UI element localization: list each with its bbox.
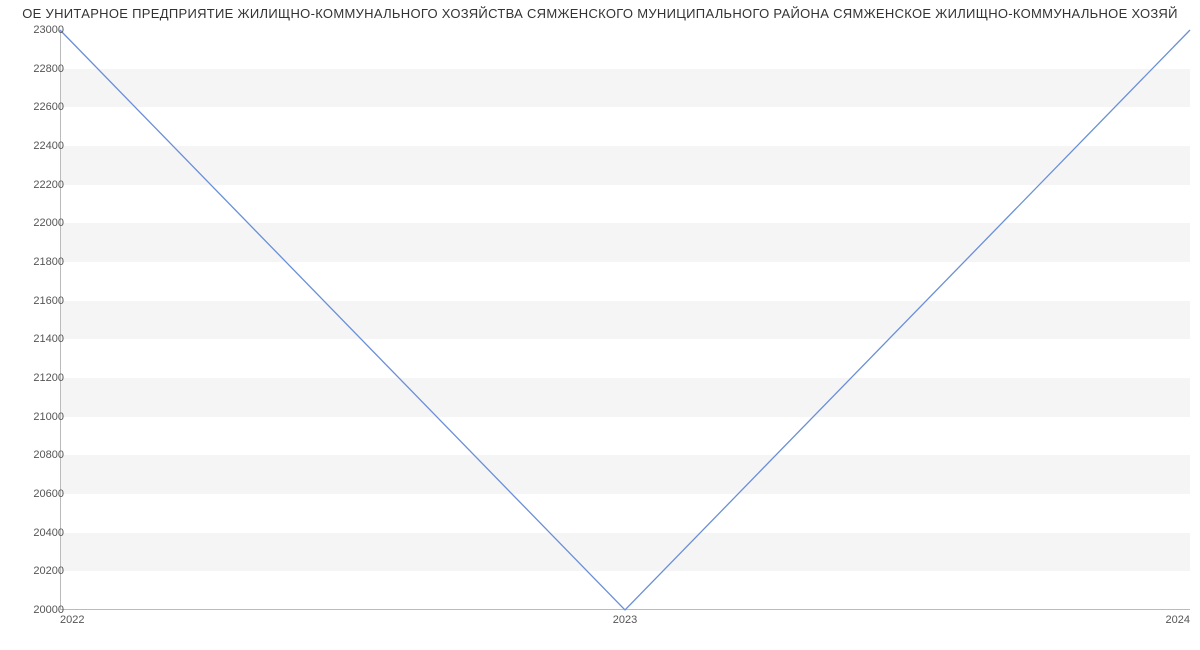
series-line (60, 30, 1190, 610)
y-tick-label: 22600 (14, 101, 64, 113)
y-tick-label: 23000 (14, 24, 64, 36)
y-tick-label: 21000 (14, 411, 64, 423)
y-tick-label: 21600 (14, 295, 64, 307)
y-tick-label: 22000 (14, 217, 64, 229)
y-tick-label: 20800 (14, 449, 64, 461)
y-tick-label: 21800 (14, 256, 64, 268)
y-tick-label: 22800 (14, 63, 64, 75)
y-tick-label: 20600 (14, 488, 64, 500)
chart-title: ОЕ УНИТАРНОЕ ПРЕДПРИЯТИЕ ЖИЛИЩНО-КОММУНА… (0, 6, 1200, 21)
y-tick-label: 21200 (14, 372, 64, 384)
y-tick-label: 21400 (14, 333, 64, 345)
series-svg (60, 30, 1190, 610)
x-tick-label: 2024 (1166, 614, 1190, 626)
y-tick-label: 22400 (14, 140, 64, 152)
x-tick-label: 2022 (60, 614, 84, 626)
y-tick-label: 20000 (14, 604, 64, 616)
y-tick-label: 22200 (14, 179, 64, 191)
y-tick-label: 20400 (14, 527, 64, 539)
x-tick-label: 2023 (613, 614, 637, 626)
y-tick-label: 20200 (14, 565, 64, 577)
plot-area (60, 30, 1190, 610)
